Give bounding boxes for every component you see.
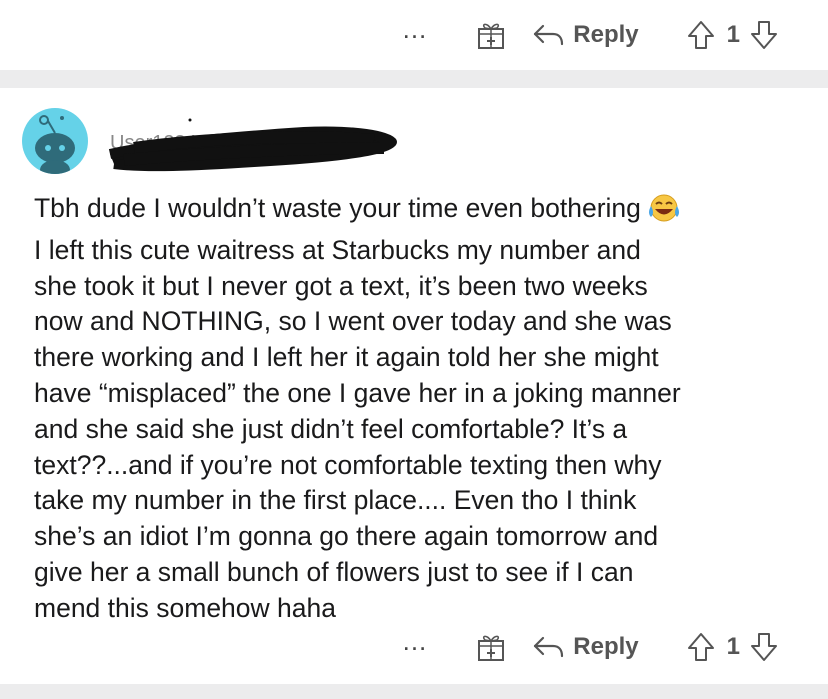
upvote-icon[interactable] xyxy=(687,20,715,50)
reply-label: Reply xyxy=(573,633,639,660)
tears-of-joy-emoji xyxy=(647,193,681,233)
snoo-avatar-icon xyxy=(35,115,75,174)
redaction-scribble xyxy=(108,118,397,172)
upvote-icon[interactable] xyxy=(687,632,715,662)
comment-line: now and NOTHING, so I went over today an… xyxy=(34,306,672,337)
reply-button[interactable]: Reply xyxy=(533,21,639,49)
downvote-icon[interactable] xyxy=(750,20,778,50)
comment-line: Tbh dude I wouldn’t waste your time even… xyxy=(34,191,804,233)
award-button[interactable] xyxy=(477,632,505,662)
comment-line: give her a small bunch of flowers just t… xyxy=(34,556,634,587)
award-button[interactable] xyxy=(477,20,505,50)
reply-arrow-icon xyxy=(534,24,564,46)
vote-controls: 1 xyxy=(687,20,778,50)
vote-count: 1 xyxy=(726,633,740,660)
vote-count: 1 xyxy=(726,21,740,48)
top-action-bar: ... Reply 1 xyxy=(0,0,828,70)
section-divider xyxy=(0,684,828,699)
bottom-action-bar: ... Reply 1 xyxy=(0,612,828,682)
comment-line: take my number in the first place.... Ev… xyxy=(34,485,637,516)
comment-header: User1234 · 14h xyxy=(22,108,397,174)
comment-line: there working and I left her it again to… xyxy=(34,342,659,373)
reply-arrow-icon xyxy=(534,636,564,658)
comment-body: Tbh dude I wouldn’t waste your time even… xyxy=(34,191,804,627)
comment-line: she took it but I never got a text, it’s… xyxy=(34,270,648,301)
comment-line: have “misplaced” the one I gave her in a… xyxy=(34,377,681,408)
comment-line: she’s an idiot I’m gonna go there again … xyxy=(34,521,659,552)
avatar[interactable] xyxy=(22,108,88,174)
vote-controls: 1 xyxy=(687,632,778,662)
downvote-icon[interactable] xyxy=(750,632,778,662)
comment-line: and she said she just didn’t feel comfor… xyxy=(34,413,628,444)
reply-label: Reply xyxy=(573,21,639,48)
gift-plus-icon xyxy=(478,23,505,49)
section-divider xyxy=(0,70,828,88)
comment-line: I left this cute waitress at Starbucks m… xyxy=(34,234,641,265)
more-options-button[interactable]: ... xyxy=(403,628,428,654)
gift-plus-icon xyxy=(478,635,505,661)
comment-line: text??...and if you’re not comfortable t… xyxy=(34,449,662,480)
more-options-button[interactable]: ... xyxy=(403,16,428,42)
username-area: User1234 · 14h xyxy=(104,118,404,172)
tears-of-joy-icon xyxy=(648,194,679,222)
reply-button[interactable]: Reply xyxy=(533,633,639,661)
